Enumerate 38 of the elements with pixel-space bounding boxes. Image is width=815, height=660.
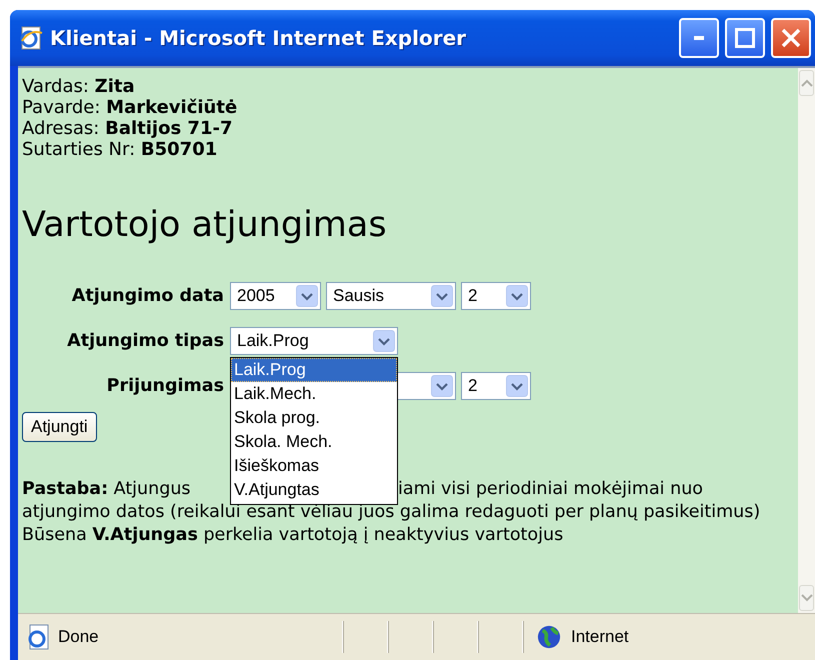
page-heading: Vartotojo atjungimas (22, 204, 388, 246)
dropdown-option[interactable]: Išieškomas (231, 454, 397, 478)
maximize-icon (735, 28, 755, 48)
scrollbar[interactable] (798, 68, 815, 613)
day-select[interactable]: 2 (461, 282, 531, 310)
window-title: Klientai - Microsoft Internet Explorer (50, 26, 467, 50)
status-text: Done (58, 627, 100, 647)
zone-text: Internet (571, 627, 629, 647)
close-button[interactable] (771, 18, 811, 58)
day-select[interactable]: 2 (461, 372, 531, 400)
dropdown-option[interactable]: V.Atjungtas (231, 478, 397, 502)
client-info: Pavarde: Markevičiūtė (22, 97, 238, 118)
month-select[interactable]: Sausis (326, 282, 456, 310)
field-label: Prijungimas (106, 376, 224, 396)
scroll-up-icon (800, 79, 812, 87)
minimize-button[interactable] (679, 18, 719, 58)
field-label: Atjungimo data (70, 286, 224, 306)
note-text: iami visi periodiniai mokėjimai nuo (398, 478, 703, 501)
client-info: Sutarties Nr: B50701 (22, 139, 218, 160)
client-info: Vardas: Zita (22, 76, 136, 97)
note-text: atjungimo datos (reikalui esant vėliau juos galima redaguoti per planų pasikeitimus) (22, 501, 762, 524)
scroll-down-icon (800, 594, 812, 602)
year-select[interactable]: 2005 (230, 282, 321, 310)
dropdown-option[interactable]: Skola. Mech. (231, 430, 397, 454)
status-note: Būsena V.Atjungas perkelia vartotoją į neaktyvius vartotojus (22, 524, 564, 547)
browser-icon (18, 25, 44, 51)
close-icon (781, 28, 801, 48)
maximize-button[interactable] (725, 18, 765, 58)
client-info: Adresas: Baltijos 71-7 (22, 118, 234, 139)
dropdown-option[interactable]: Laik.Prog (231, 358, 397, 382)
submit-button[interactable]: Atjungti (22, 412, 97, 442)
type-select[interactable]: Laik.Prog (230, 327, 398, 355)
note-text: Pastaba: Atjungus (22, 478, 192, 501)
dropdown-option[interactable]: Skola prog. (231, 406, 397, 430)
minimize-icon (694, 36, 704, 40)
field-label: Atjungimo tipas (66, 331, 224, 351)
dropdown-option[interactable]: Laik.Mech. (231, 382, 397, 406)
globe-icon (537, 625, 561, 649)
